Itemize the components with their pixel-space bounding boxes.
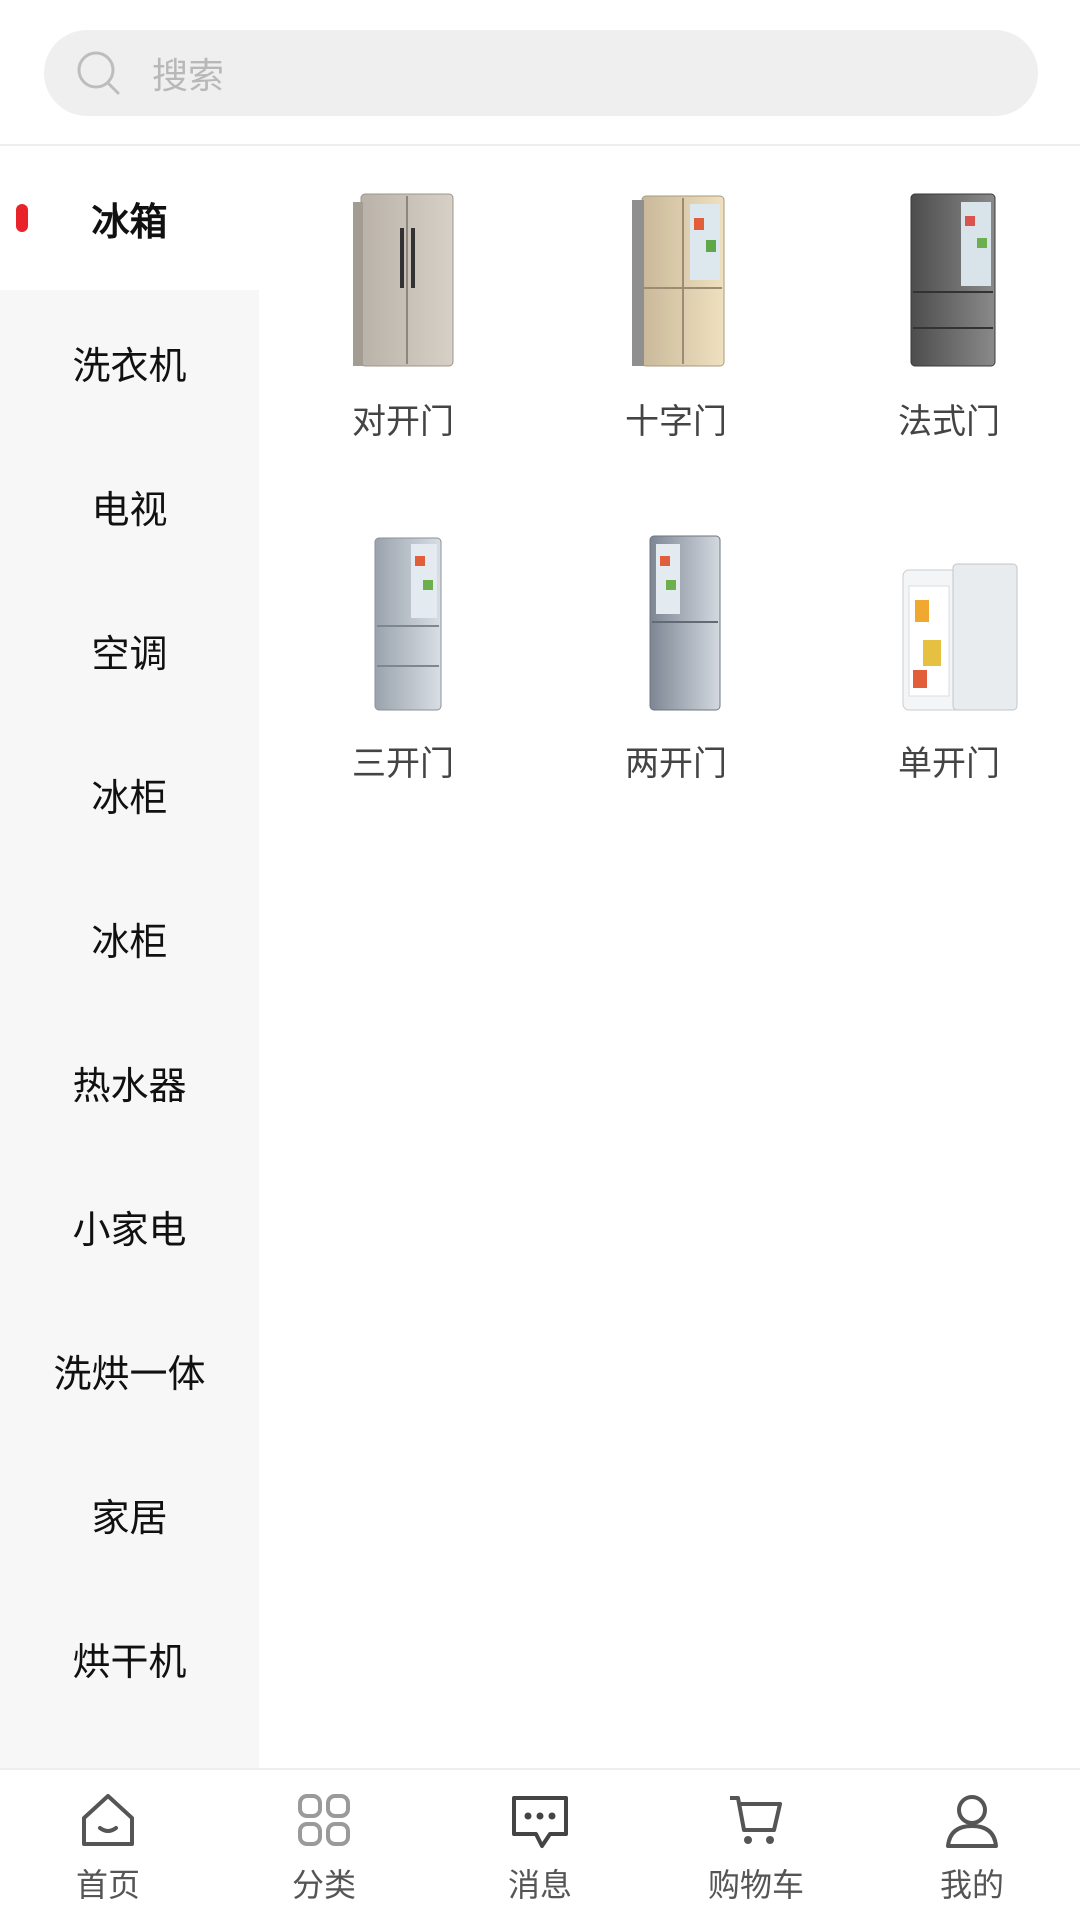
product-three-door[interactable]: 三开门 [293, 530, 513, 830]
category-sidebar: 冰箱 洗衣机 电视 空调 冰柜 冰柜 热水器 小家电 洗烘一体 家居 烘干机 [0, 146, 259, 1768]
tab-label: 首页 [75, 1866, 140, 1904]
bottom-tab-bar: 首页 分类 消息 购物车 我的 [0, 1768, 1080, 1920]
user-icon [946, 1795, 998, 1848]
product-label: 法式门 [898, 402, 1000, 442]
french-door-fridge-image [910, 193, 996, 367]
product-grid: 对开门 十字门 法式门 三开门 两开门 单开门 [259, 146, 1080, 1768]
tab-cart[interactable]: 购物车 [648, 1788, 864, 1908]
cross-door-fridge-image [632, 195, 725, 367]
home-icon [82, 1794, 134, 1846]
sidebar-item-label: 烘干机 [72, 1639, 187, 1684]
tab-label: 消息 [507, 1866, 572, 1904]
sidebar-item-label: 冰箱 [91, 199, 168, 244]
sidebar-item-fridge[interactable]: 冰箱 [0, 146, 259, 290]
sidebar-item-label: 热水器 [72, 1063, 187, 1108]
sidebar-item-home[interactable]: 家居 [0, 1442, 259, 1586]
sidebar-item-label: 冰柜 [91, 775, 168, 820]
sidebar-item-tv[interactable]: 电视 [0, 434, 259, 578]
tab-messages[interactable]: 消息 [432, 1788, 648, 1908]
sidebar-item-freezer-2[interactable]: 冰柜 [0, 866, 259, 1010]
product-label: 三开门 [352, 744, 454, 784]
sidebar-item-label: 小家电 [72, 1207, 187, 1252]
search-placeholder[interactable]: 搜索 [152, 47, 224, 99]
tab-category[interactable]: 分类 [216, 1788, 432, 1908]
product-single-door[interactable]: 单开门 [839, 530, 1059, 830]
sidebar-item-label: 冰柜 [91, 919, 168, 964]
sidebar-item-washer[interactable]: 洗衣机 [0, 290, 259, 434]
sidebar-item-washer-dryer[interactable]: 洗烘一体 [0, 1298, 259, 1442]
tab-home[interactable]: 首页 [0, 1788, 216, 1908]
sidebar-item-label: 空调 [91, 631, 168, 676]
product-french-door[interactable]: 法式门 [839, 188, 1059, 488]
product-label: 十字门 [625, 402, 727, 442]
sidebar-item-ac[interactable]: 空调 [0, 578, 259, 722]
product-label: 对开门 [352, 402, 454, 442]
product-label: 两开门 [625, 744, 727, 784]
tab-label: 分类 [291, 1866, 356, 1904]
sidebar-item-label: 洗衣机 [72, 343, 187, 388]
cart-icon [730, 1796, 782, 1844]
sidebar-item-freezer[interactable]: 冰柜 [0, 722, 259, 866]
product-side-by-side[interactable]: 对开门 [293, 188, 513, 488]
three-door-fridge-image [374, 537, 442, 711]
single-door-fridge-image [902, 563, 1018, 711]
search-icon [77, 51, 120, 95]
tab-label: 购物车 [707, 1866, 804, 1904]
sidebar-item-dryer[interactable]: 烘干机 [0, 1586, 259, 1730]
tab-profile[interactable]: 我的 [864, 1788, 1080, 1908]
product-cross-door[interactable]: 十字门 [566, 188, 786, 488]
header: 搜索 [0, 0, 1080, 146]
category-icon [298, 1794, 350, 1846]
sidebar-item-label: 洗烘一体 [53, 1351, 206, 1396]
two-door-fridge-image [649, 535, 721, 711]
active-marker [16, 204, 28, 232]
sidebar-item-small-appliances[interactable]: 小家电 [0, 1154, 259, 1298]
product-two-door[interactable]: 两开门 [566, 530, 786, 830]
tab-label: 我的 [939, 1866, 1004, 1904]
message-icon [512, 1796, 568, 1848]
product-label: 单开门 [898, 744, 1000, 784]
sidebar-item-water-heater[interactable]: 热水器 [0, 1010, 259, 1154]
sidebar-item-label: 家居 [91, 1495, 168, 1540]
search-bar[interactable]: 搜索 [44, 30, 1038, 116]
side-by-side-fridge-image [353, 193, 454, 367]
sidebar-item-label: 电视 [91, 487, 168, 532]
